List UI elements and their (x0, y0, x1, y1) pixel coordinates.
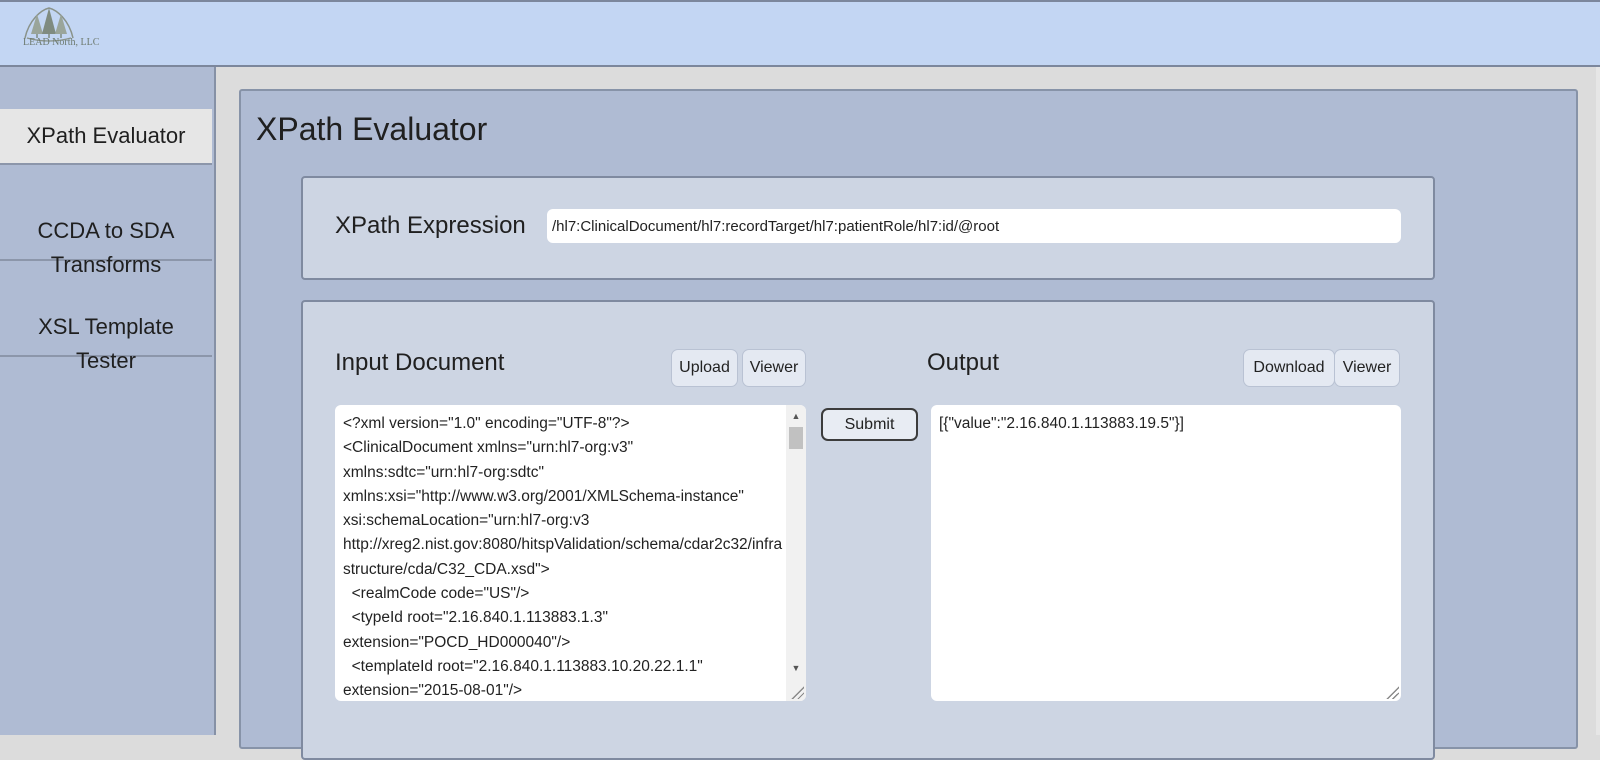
resize-grip-icon[interactable] (1385, 685, 1399, 699)
output-text[interactable]: [{"value":"2.16.840.1.113883.19.5"}] (939, 412, 1184, 436)
output-textarea[interactable]: [{"value":"2.16.840.1.113883.19.5"}] (931, 405, 1401, 701)
scroll-down-arrow-icon[interactable]: ▼ (786, 659, 806, 677)
sidebar-item-label: XSL Template Tester (38, 314, 174, 373)
sidebar-item-ccda-to-sda-transforms[interactable]: CCDA to SDA Transforms (0, 165, 212, 277)
input-document-text[interactable]: <?xml version="1.0" encoding="UTF-8"?> <… (343, 412, 783, 701)
sidebar-item-xpath-evaluator[interactable]: XPath Evaluator (0, 109, 212, 165)
scroll-thumb[interactable] (789, 427, 803, 449)
submit-button[interactable]: Submit (821, 408, 918, 441)
sidebar-item-xsl-template-tester[interactable]: XSL Template Tester (0, 261, 212, 373)
input-document-label: Input Document (335, 349, 505, 376)
xpath-expression-label: XPath Expression (335, 212, 526, 239)
xpath-expression-input[interactable] (547, 209, 1401, 243)
scroll-up-arrow-icon[interactable]: ▲ (786, 407, 806, 425)
upload-button[interactable]: Upload (671, 349, 738, 387)
sidebar-nav: XPath Evaluator CCDA to SDA Transforms X… (0, 67, 216, 735)
download-button[interactable]: Download (1243, 349, 1335, 387)
logo-text: LEAD North, LLC (23, 37, 100, 48)
page-scrollbar[interactable] (1596, 67, 1600, 735)
sidebar-item-label: XPath Evaluator (26, 123, 186, 148)
page-title: XPath Evaluator (256, 111, 488, 147)
company-logo[interactable]: LEAD North, LLC (11, 4, 99, 50)
input-viewer-button[interactable]: Viewer (742, 349, 806, 387)
top-header-bar: LEAD North, LLC (0, 0, 1600, 67)
output-viewer-button[interactable]: Viewer (1334, 349, 1400, 387)
input-document-textarea[interactable]: <?xml version="1.0" encoding="UTF-8"?> <… (335, 405, 806, 701)
input-document-scrollbar[interactable]: ▲ ▼ (786, 405, 806, 701)
output-label: Output (927, 349, 1000, 376)
resize-grip-icon[interactable] (790, 685, 804, 699)
